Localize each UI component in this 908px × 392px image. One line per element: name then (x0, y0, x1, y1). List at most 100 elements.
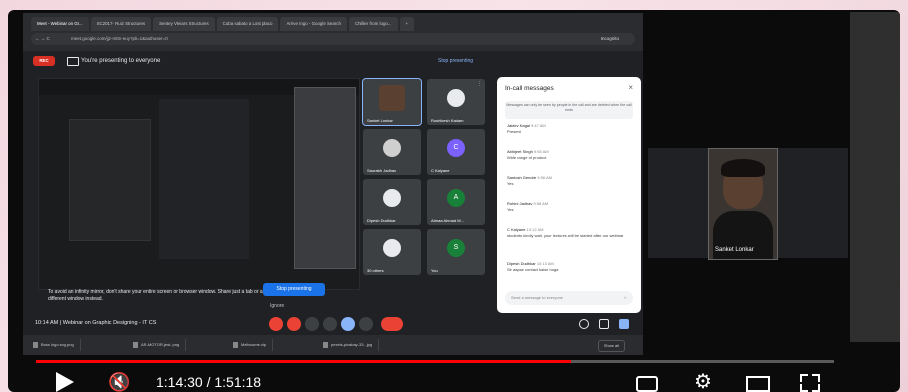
message-author: Jaidev Kagal (507, 123, 530, 128)
captions-toggle-icon[interactable] (636, 376, 658, 392)
message-text: Yes (507, 207, 514, 212)
mute-icon[interactable]: 🔇 (108, 372, 132, 392)
download-bar: Boss logo.svg.png AR-MOTOR-jest..png Mel… (23, 335, 643, 355)
infinity-mirror-warning: To avoid an infinity mirror, don't share… (48, 289, 263, 302)
chat-message: Santosh Gendre 9:56 AM Yes (507, 175, 631, 186)
more-icon[interactable]: ⋮ (477, 81, 482, 87)
chat-panel: In-call messages × Messages can only be … (497, 77, 641, 313)
present-icon (67, 57, 79, 66)
self-view-name: Sanket Lonkar (715, 247, 754, 253)
camera-off-icon[interactable] (287, 317, 301, 331)
message-text: Yes (507, 181, 514, 186)
meet-presentation-bar: REC You're presenting to everyone Stop p… (23, 51, 493, 71)
message-author: Abhijeet Singh (507, 149, 533, 154)
nav-buttons[interactable]: ← → C (35, 33, 50, 45)
file-icon (33, 341, 38, 348)
ignore-link[interactable]: Ignore (270, 303, 284, 309)
more-options-icon[interactable] (359, 317, 373, 331)
end-call-icon[interactable] (381, 317, 403, 331)
rec-badge: REC (33, 56, 55, 66)
participant-tile[interactable]: Sanket Lonkar (362, 78, 422, 126)
message-text: students kindly wait, your lectures will… (507, 233, 624, 238)
chat-message: Dipesh Dudhkar 10:13 AM Sir aapse contac… (507, 261, 631, 272)
new-tab-button[interactable]: + (399, 17, 415, 31)
participant-name: 30 others (367, 268, 384, 273)
download-item[interactable]: AR-MOTOR-jest..png (133, 339, 187, 351)
shared-screen-mirror (38, 78, 360, 290)
progress-bar[interactable] (36, 360, 834, 363)
play-icon[interactable] (56, 372, 74, 392)
message-time: 10:12 AM (526, 227, 544, 232)
time-display: 1:14:30 / 1:51:18 (156, 374, 262, 390)
download-item[interactable]: Melbourne.zip (233, 339, 274, 351)
gear-icon[interactable]: ⚙ (694, 372, 712, 392)
hand-icon[interactable] (323, 317, 337, 331)
miniplayer-icon[interactable] (746, 376, 770, 392)
meeting-clock: 10:14 AM | Webinar on Graphic Designing … (35, 320, 157, 326)
participant-name: You (431, 268, 438, 273)
fullscreen-icon[interactable] (800, 374, 820, 392)
browser-tab[interactable]: Arrive Ingo - Google Search (280, 17, 347, 31)
browser-tab[interactable]: Chillier from logo... (348, 17, 398, 31)
avatar-initial: C (447, 139, 465, 157)
participant-tile[interactable]: Dipesh Dudhkar (363, 179, 421, 225)
chat-note: Messages can only be seen by people in t… (505, 101, 633, 119)
message-text: Present (507, 129, 521, 134)
chat-message: Abhijeet Singh 9:55 AM Wide range of pro… (507, 149, 631, 160)
download-item[interactable]: Boss logo.svg.png (33, 339, 81, 351)
browser-tab[interactable]: Meet - Webinar on Gr... (31, 17, 89, 31)
mirror-panel (159, 99, 249, 259)
participant-name: Sanket Lonkar (367, 118, 393, 123)
stop-presenting-link[interactable]: Stop presenting (438, 55, 473, 67)
participant-name: Atmaa Ahmad M... (431, 218, 464, 223)
avatar (383, 139, 401, 157)
download-filename: Melbourne.zip (241, 342, 267, 347)
download-item[interactable]: pexels-pixabay-33...jpg (323, 339, 380, 351)
incognito-badge: Incognito (600, 36, 619, 41)
participant-name: Rushikesh Kadam (431, 118, 464, 123)
present-button-icon[interactable] (341, 317, 355, 331)
file-icon (133, 341, 138, 348)
close-icon[interactable]: × (628, 83, 633, 92)
avatar-initial: S (447, 239, 465, 257)
message-time: 10:13 AM (536, 261, 554, 266)
person-hair (721, 159, 765, 177)
video-frame[interactable]: Meet - Webinar on Gr... SC2017- Ruiz Str… (23, 13, 643, 355)
message-author: Santosh Gendre (507, 175, 537, 180)
participant-tile[interactable]: ⋮ Rushikesh Kadam (427, 79, 485, 125)
participant-tile[interactable]: A Atmaa Ahmad M... (427, 179, 485, 225)
participant-tile[interactable]: 30 others (363, 229, 421, 275)
meet-bottom-bar: 10:14 AM | Webinar on Graphic Designing … (23, 313, 643, 335)
message-time: 9:55 AM (533, 149, 549, 154)
show-all-button[interactable]: Show all (597, 340, 625, 352)
avatar (379, 85, 405, 111)
file-icon (323, 341, 328, 348)
video-player[interactable]: Meet - Webinar on Gr... SC2017- Ruiz Str… (8, 10, 900, 392)
browser-tab[interactable]: Cuba sabato a Lost placo (216, 17, 279, 31)
chat-message: Jaidev Kagal 9:47 AM Present (507, 123, 631, 134)
browser-tab[interactable]: SC2017- Ruiz Structures (90, 17, 152, 31)
info-icon[interactable] (579, 319, 589, 329)
captions-icon[interactable] (305, 317, 319, 331)
chat-message: C Kalyane 10:12 AM students kindly wait,… (507, 227, 631, 238)
message-author: Dipesh Dudhkar (507, 261, 536, 266)
chat-icon[interactable] (619, 319, 629, 329)
participant-name: Dipesh Dudhkar (367, 218, 396, 223)
participant-tile[interactable]: Saurabh Jadhav (363, 129, 421, 175)
chat-input-placeholder: Send a message to everyone (511, 295, 564, 300)
download-filename: Boss logo.svg.png (41, 342, 74, 347)
send-icon[interactable]: ➤ (624, 291, 627, 305)
browser-tab[interactable]: Sentey Vleiars Structures (153, 17, 215, 31)
download-filename: AR-MOTOR-jest..png (141, 342, 180, 347)
address-bar[interactable]: ← → C meet.google.com/jjz-mttn-euy?pli=1… (31, 33, 635, 45)
presenting-text: You're presenting to everyone (81, 58, 161, 64)
participant-tile[interactable]: C C Kalyane (427, 129, 485, 175)
mic-off-icon[interactable] (269, 317, 283, 331)
chat-title: In-call messages (505, 85, 554, 92)
stop-presenting-button[interactable]: Stop presenting (263, 283, 325, 296)
participant-tile[interactable]: S You (427, 229, 485, 275)
people-icon[interactable] (599, 319, 609, 329)
message-text: Wide range of product (507, 155, 547, 160)
chat-input[interactable]: Send a message to everyone ➤ (505, 291, 633, 305)
message-time: 9:47 AM (531, 123, 546, 128)
